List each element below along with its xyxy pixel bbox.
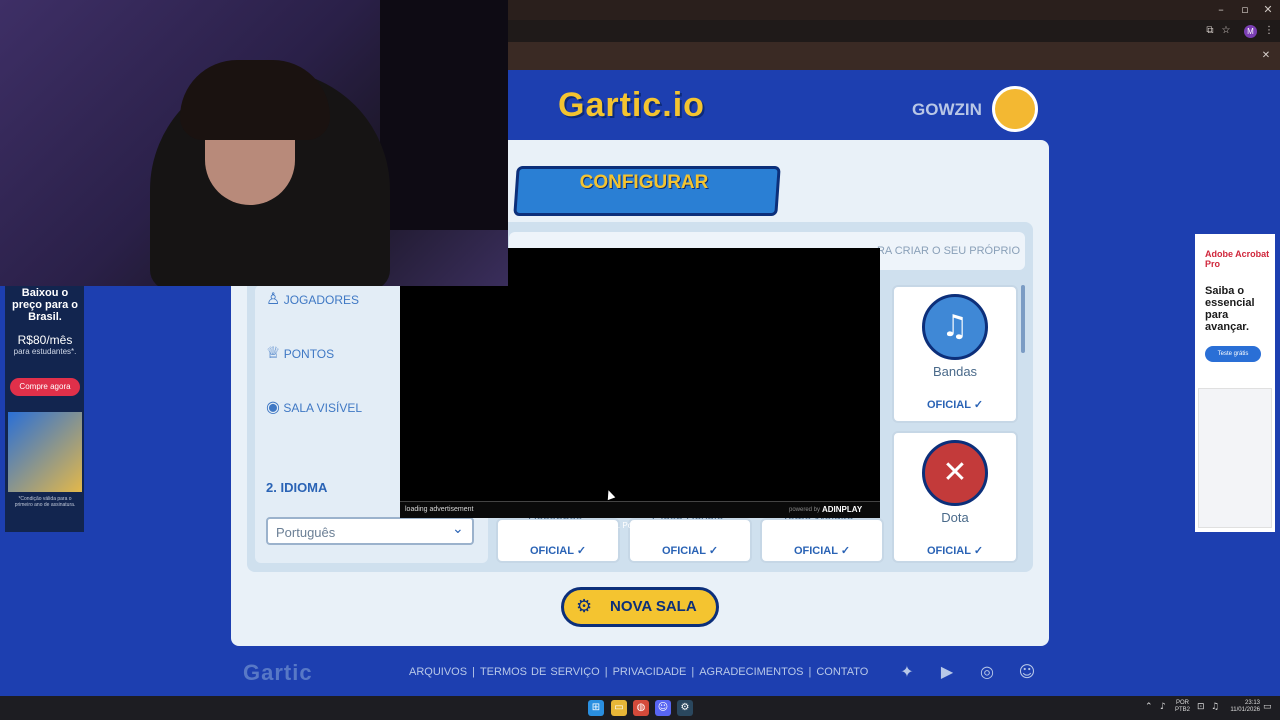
install-icon[interactable]: ⧉ [1203, 24, 1217, 38]
minimize-button[interactable]: – [1210, 2, 1232, 18]
adinplay-logo[interactable]: ADINPLAY [822, 505, 862, 514]
clock-date: 11/01/2026 [1230, 707, 1260, 713]
footer-link-arquivos[interactable]: ARQUIVOS [409, 666, 467, 678]
star-icon[interactable]: ☆ [1219, 24, 1233, 38]
discord-app-icon[interactable]: ☺ [655, 700, 671, 716]
footer-link-contato[interactable]: CONTATO [816, 666, 868, 678]
language-heading: 2. IDIOMA [266, 480, 328, 495]
youtube-icon[interactable]: ▶ [937, 662, 957, 682]
person-icon: ♙ [266, 289, 281, 308]
setting-points-label: PONTOS [283, 347, 335, 361]
chevron-down-icon: ⌄ [452, 521, 464, 537]
setting-visible-room[interactable]: ◉ SALA VISÍVEL [266, 397, 362, 416]
trophy-icon: ♕ [266, 343, 281, 362]
instagram-icon[interactable]: ◎ [977, 662, 997, 682]
theme-list-scrollbar[interactable] [1021, 285, 1025, 353]
separator: | [604, 666, 608, 678]
menu-icon[interactable]: ⋮ [1262, 24, 1276, 38]
notification-icon[interactable]: ▭ [1263, 702, 1272, 712]
right-ad-screenshot [1198, 388, 1272, 528]
language-select-value: Português [276, 525, 336, 540]
official-label: OFICIAL [926, 545, 971, 557]
mic-icon[interactable]: ♪ [1160, 702, 1166, 712]
maximize-button[interactable]: ▫ [1234, 2, 1256, 18]
streamer-hair [180, 60, 330, 140]
volume-icon[interactable]: ♫ [1211, 702, 1219, 712]
separator: | [808, 666, 812, 678]
input-language-line2: PTB2 [1175, 707, 1191, 713]
network-icon[interactable]: ⊡ [1197, 702, 1205, 712]
footer-link-privacidade[interactable]: PRIVACIDADE [613, 666, 687, 678]
chevron-up-icon[interactable]: ⌃ [1145, 702, 1153, 712]
check-icon: ✓ [973, 399, 984, 411]
left-ad-subtext: para estudantes*. [13, 347, 77, 356]
check-icon: ✓ [708, 545, 719, 557]
dota-icon: ✕ [922, 440, 988, 506]
setting-points[interactable]: ♕ PONTOS [266, 343, 334, 362]
steam-icon[interactable]: ⚙ [677, 700, 693, 716]
theme-title: Dota [941, 510, 969, 525]
input-language[interactable]: POR PTB2 [1175, 700, 1190, 714]
config-banner-title: CONFIGURAR [579, 172, 709, 193]
separator: | [472, 666, 475, 678]
webcam-background [380, 0, 508, 230]
new-room-label: NOVA SALA [610, 598, 697, 615]
ad-wait-message: Anúncio. Por favor aguarde... [589, 521, 694, 530]
ad-powered-by: powered by [789, 507, 821, 513]
official-label: OFICIAL [926, 399, 971, 411]
discord-icon[interactable]: ☺ [1017, 662, 1037, 682]
setting-players[interactable]: ♙ JOGADORES [266, 289, 359, 308]
official-badge: OFICIAL ✓ [496, 544, 620, 557]
check-icon: ✓ [576, 545, 587, 557]
footer-link-termos[interactable]: TERMOS DE SERVIÇO [480, 666, 600, 678]
file-explorer-icon[interactable]: ▭ [611, 700, 627, 716]
webcam-overlay [0, 0, 508, 286]
microphone-icon: ♫ [922, 294, 988, 360]
close-icon[interactable]: ✕ [1259, 49, 1273, 63]
right-ad-headline: Saiba o essencial para avançar. [1205, 285, 1255, 333]
twitter-icon[interactable]: ✦ [897, 662, 917, 682]
eye-icon: ◉ [266, 397, 280, 416]
setting-players-label: JOGADORES [283, 293, 360, 307]
official-badge: OFICIAL ✓ [760, 544, 884, 557]
user-avatar[interactable] [992, 86, 1038, 132]
taskbar-clock[interactable]: 23:13 11/01/2026 [1226, 700, 1260, 714]
footer-links: ARQUIVOS | TERMOS DE SERVIÇO | PRIVACIDADE | A… [409, 666, 868, 678]
gear-icon: ⚙ [576, 596, 593, 617]
official-badge: OFICIAL ✓ [628, 544, 752, 557]
official-label: OFICIAL [793, 545, 838, 557]
input-language-line1: POR [1176, 700, 1190, 706]
close-window-button[interactable]: ✕ [1257, 2, 1279, 18]
clock-time: 23:13 [1244, 700, 1260, 706]
left-ad-image [8, 412, 82, 492]
footer-link-agradecimentos[interactable]: AGRADECIMENTOS [699, 666, 803, 678]
video-ad-player[interactable] [400, 248, 880, 518]
chrome-icon[interactable]: ◍ [633, 700, 649, 716]
footer-logo[interactable]: Gartic [243, 660, 313, 686]
site-logo[interactable]: Gartic.io [558, 86, 705, 125]
theme-title: Bandas [932, 364, 978, 379]
profile-avatar[interactable]: M [1244, 25, 1257, 38]
right-ad-brand: Adobe Acrobat Pro [1205, 249, 1270, 269]
official-label: OFICIAL [661, 545, 706, 557]
left-ad-price: R$80/mês [17, 333, 73, 347]
official-badge: OFICIAL ✓ [892, 398, 1018, 411]
setting-visible-room-label: SALA VISÍVEL [283, 401, 363, 415]
username: GOWZIN [912, 100, 982, 119]
right-ad-cta-button[interactable]: Teste grátis [1205, 346, 1261, 362]
left-ad-headline: Baixou o preço para o Brasil. [11, 287, 79, 323]
separator: | [691, 666, 695, 678]
left-ad-cta-button[interactable]: Compre agora [10, 378, 80, 396]
official-badge: OFICIAL ✓ [892, 544, 1018, 557]
official-label: OFICIAL [529, 545, 574, 557]
left-ad-note: *Condição válida para o primeiro ano de … [14, 496, 76, 508]
check-icon: ✓ [840, 545, 851, 557]
ad-loading-text: loading advertisement [405, 506, 474, 513]
check-icon: ✓ [973, 545, 984, 557]
windows-start-icon[interactable]: ⊞ [588, 700, 604, 716]
